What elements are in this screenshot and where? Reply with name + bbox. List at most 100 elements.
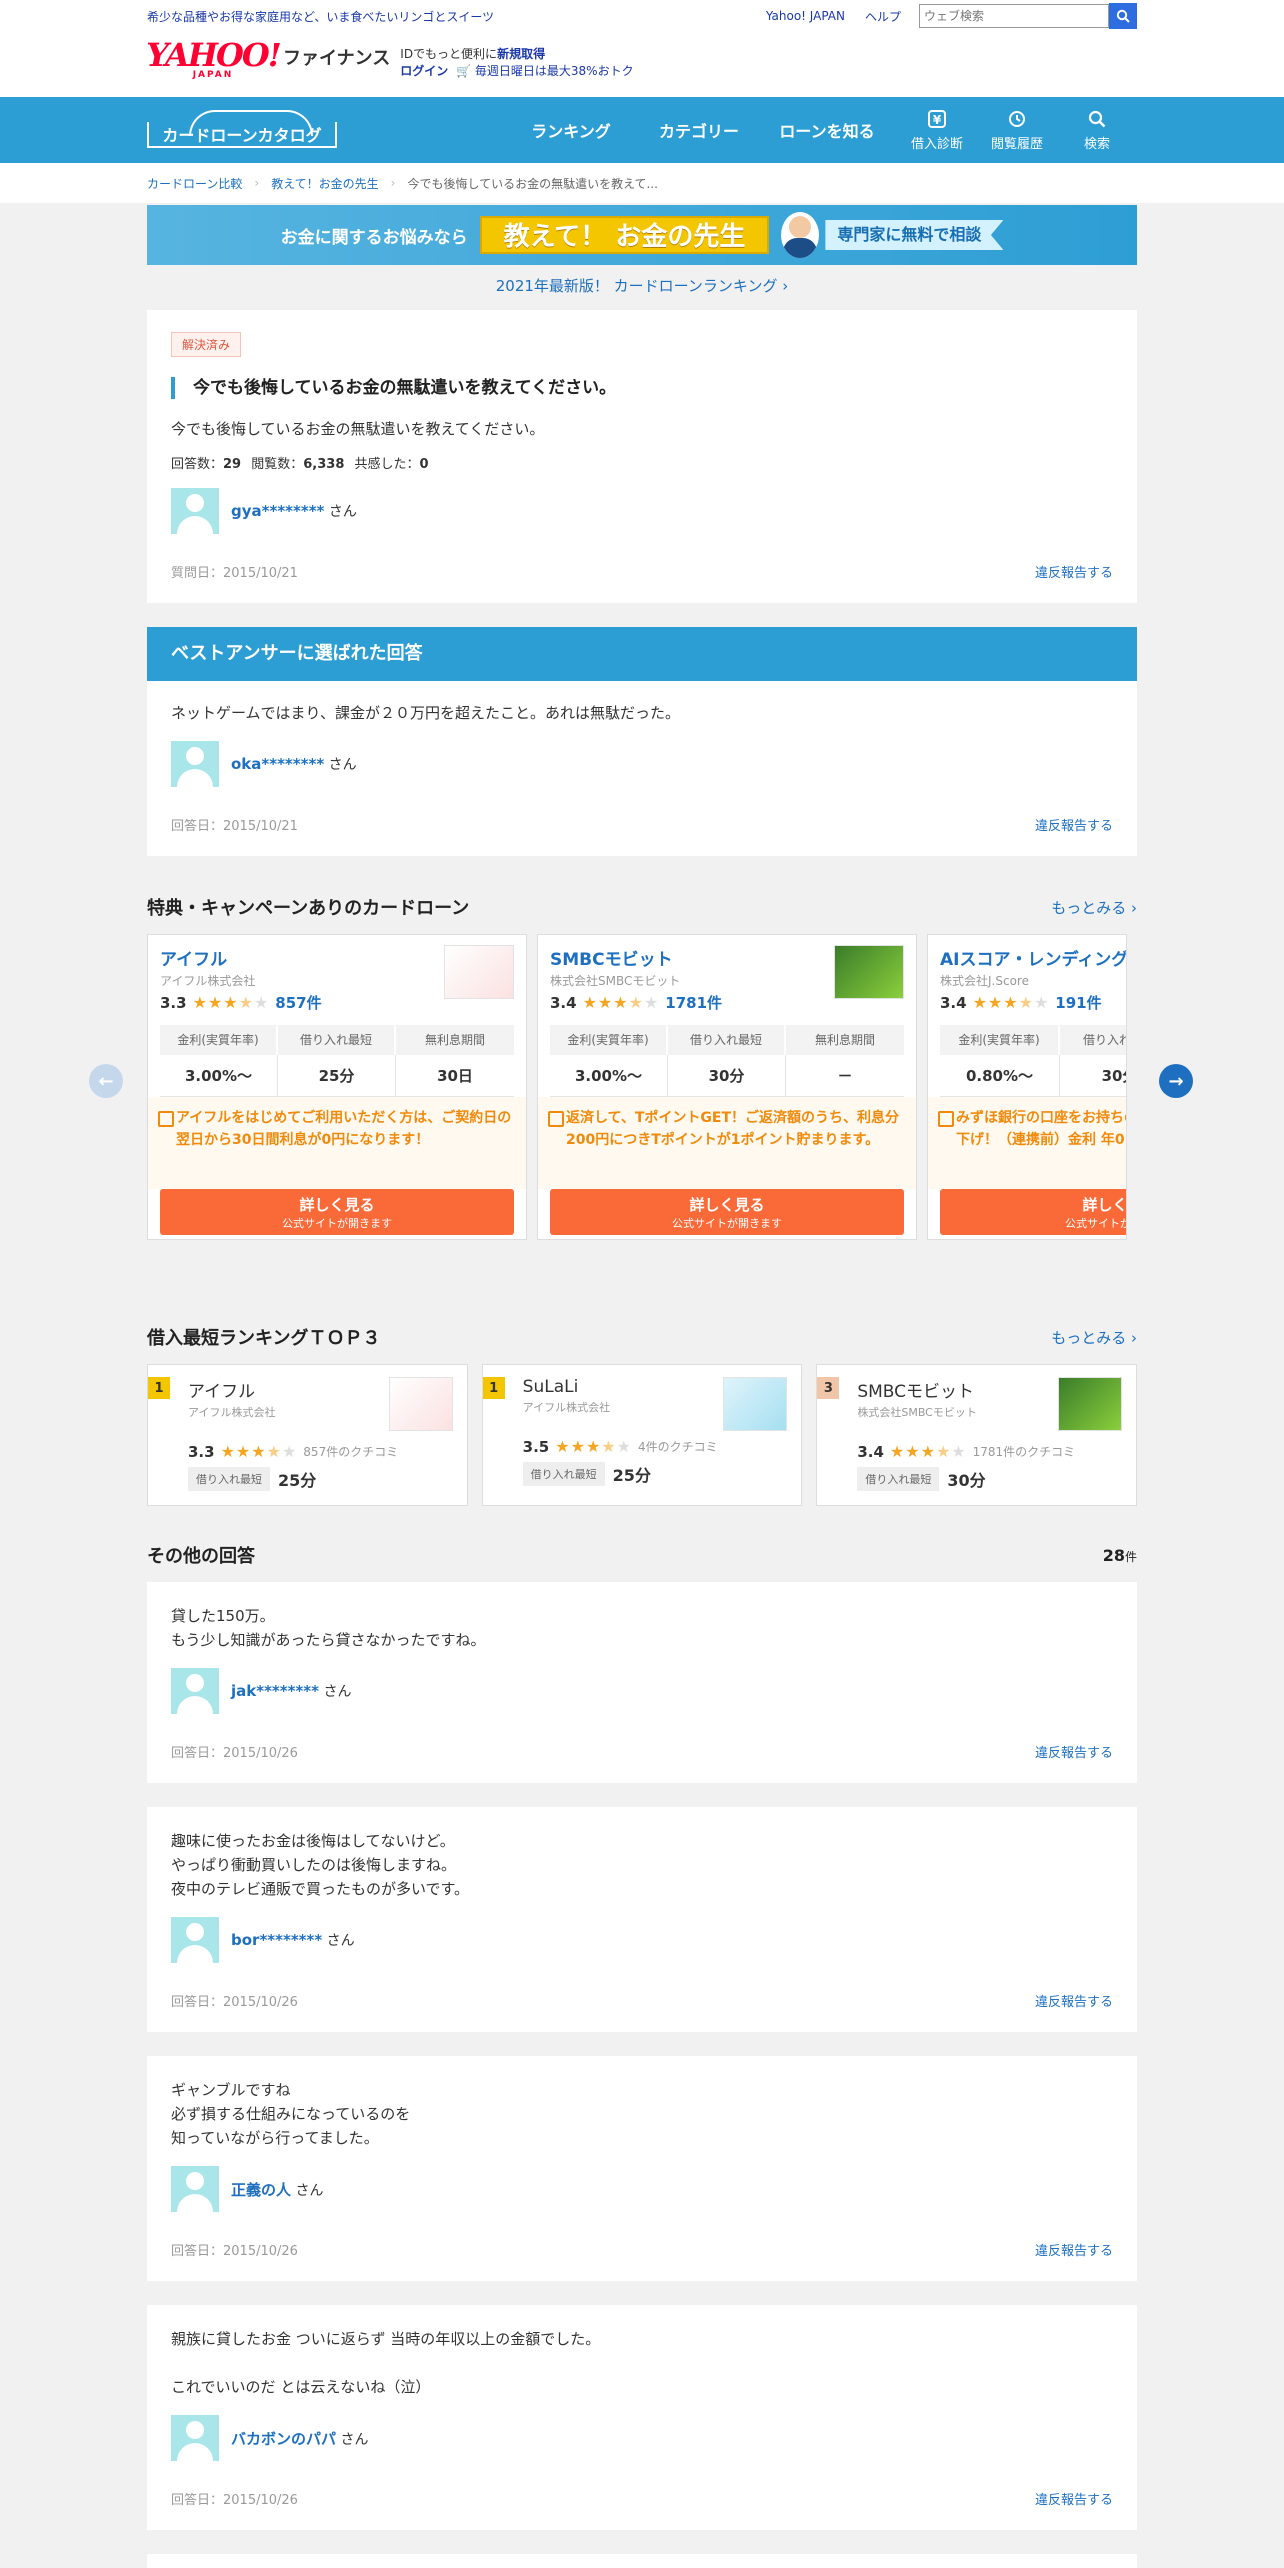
loan-card[interactable]: AIスコア・レンディング 株式会社J.Score 3.4 ★★★★★ 191件 金利… [927, 934, 1127, 1240]
answerer: jak******** さん [171, 1668, 1113, 1714]
review-count[interactable]: 1781件 [665, 992, 722, 1013]
user-name[interactable]: バカボンのパパ [231, 2430, 336, 2448]
fastest-time: 30分 [947, 1471, 986, 1490]
report-link[interactable]: 違反報告する [1035, 1742, 1113, 1761]
shopping-promo-link[interactable]: 毎週日曜日は最大38%おトク [475, 64, 634, 78]
cta-label: 詳しく見る [1082, 1196, 1127, 1214]
ranking-card[interactable]: 3 SMBCモビット 株式会社SMBCモビット 3.4 ★★★★★ 1781件のクチ… [816, 1364, 1138, 1506]
fastest-loan: 30分 [668, 1055, 786, 1097]
report-link[interactable]: 違反報告する [1035, 1991, 1113, 2010]
more-link[interactable]: もっとみる › [1051, 897, 1137, 918]
details-button[interactable]: 詳しく見る公式サイトが開きます [550, 1189, 904, 1235]
answer-line: 親族に貸したお金 ついに返らず 当時の年収以上の金額でした。 [171, 2330, 601, 2348]
report-link[interactable]: 違反報告する [1035, 815, 1113, 834]
svg-text:¥: ¥ [933, 113, 942, 127]
review-count: 4件のクチコミ [637, 1440, 718, 1454]
card-loan-catalog-logo[interactable]: カードローンカタログ [147, 110, 337, 148]
loan-card[interactable]: SMBCモビット 株式会社SMBCモビット 3.4 ★★★★★ 1781件 金利(実… [537, 934, 917, 1240]
question-stats: 回答数：29 閲覧数：6,338 共感した：0 [171, 453, 1113, 472]
status-badge: 解決済み [171, 332, 242, 357]
register-link[interactable]: 新規取得 [497, 47, 545, 61]
yahoo-japan-link[interactable]: Yahoo! JAPAN [766, 9, 845, 23]
loan-banner-image [834, 945, 904, 999]
rank-badge: 1 [148, 1377, 170, 1399]
avatar[interactable] [171, 2166, 219, 2212]
honorific: さん [340, 2431, 369, 2448]
interest-free: － [786, 1055, 904, 1097]
carousel-prev-button[interactable]: ← [89, 1064, 123, 1098]
user-name[interactable]: jak******** [231, 1682, 319, 1700]
details-button[interactable]: 詳しく見る公式サイトが開きます [940, 1189, 1127, 1235]
nav-diagnosis[interactable]: ¥ 借入診断 [897, 109, 977, 152]
nav-history[interactable]: 閲覧履歴 [977, 109, 1057, 152]
finance-title[interactable]: ファイナンス [283, 44, 390, 70]
breadcrumb-chiebukuro[interactable]: 教えて！お金の先生 [271, 175, 378, 192]
nav-ranking[interactable]: ランキング [507, 118, 635, 142]
carousel-next-button[interactable]: → [1159, 1064, 1193, 1098]
breadcrumb-card-loan[interactable]: カードローン比較 [147, 175, 242, 192]
more-link[interactable]: もっとみる › [1051, 1327, 1137, 1348]
user-name[interactable]: gya******** [231, 502, 324, 520]
spec-header: 借り入れ最短 [1060, 1025, 1126, 1055]
loan-card[interactable]: アイフル アイフル株式会社 3.3 ★★★★★ 857件 金利(実質年率) 借り入れ… [147, 934, 527, 1240]
ranking-link-text: 2021年最新版！ カードローンランキング [495, 277, 778, 295]
nav-learn-loans[interactable]: ローンを知る [763, 118, 891, 142]
promo-text: みずほ銀行の口座をお持ちのみずほ銀行口座と情報の下げ！（連携前）金利 年0. [956, 1110, 1126, 1148]
fastest-tag: 借り入れ最短 [188, 1467, 270, 1491]
nav-category[interactable]: カテゴリー [635, 118, 763, 142]
report-link[interactable]: 違反報告する [1035, 562, 1113, 581]
answer-line: これでいいのだ とは云えないね（泣） [171, 2378, 431, 2396]
loan-brand[interactable]: AIスコア・レンディング [940, 945, 1126, 970]
answer-line: 貸した150万。 [171, 1607, 275, 1625]
other-answers-section: その他の回答 28件 貸した150万。 もう少し知識があったら貸さなかったですね。… [147, 1542, 1137, 2568]
loan-banner-image [388, 1377, 453, 1431]
campaign-promo: アイフルをはじめてご利用いただく方は、ご契約日の翌日から30日間利息が0円になり… [148, 1097, 526, 1189]
web-search-input[interactable] [919, 4, 1109, 28]
rank-badge: 1 [482, 1377, 505, 1399]
avatar[interactable] [171, 2415, 219, 2461]
user-name[interactable]: 正義の人 [231, 2181, 291, 2199]
help-link[interactable]: ヘルプ [865, 8, 901, 25]
campaign-section: 特典・キャンペーンありのカードローン もっとみる › ← → アイフル アイフル株… [89, 894, 1193, 1240]
review-count[interactable]: 191件 [1055, 992, 1101, 1013]
ranking-section: 借入最短ランキングＴＯＰ３ もっとみる › 1 アイフル アイフル株式会社 3.3… [147, 1324, 1138, 1506]
ranking-link[interactable]: 2021年最新版！ カードローンランキング › [147, 275, 1137, 296]
user-name[interactable]: oka******** [231, 755, 324, 773]
yahoo-promo-link[interactable]: 希少な品種やお得な家庭用など、いま食べたいリンゴとスイーツ [147, 8, 494, 25]
campaign-promo: みずほ銀行の口座をお持ちのみずほ銀行口座と情報の下げ！（連携前）金利 年0. [928, 1097, 1126, 1189]
search-icon [1087, 109, 1107, 129]
report-link[interactable]: 違反報告する [1035, 2240, 1113, 2259]
question-card: 解決済み 今でも後悔しているお金の無駄遣いを教えてください。 今でも後悔している… [147, 310, 1137, 603]
answer-card: ギャンブルですね 必ず損する仕組みになっているのを 知っていながら行ってました。… [147, 2056, 1137, 2281]
honorific: さん [295, 2182, 324, 2199]
avatar[interactable] [171, 741, 219, 787]
avatar[interactable] [171, 1668, 219, 1714]
login-box: IDでもっと便利に新規取得 ログイン 🛒 毎週日曜日は最大38%おトク [400, 46, 633, 80]
yahoo-header: 希少な品種やお得な家庭用など、いま食べたいリンゴとスイーツ Yahoo! JAP… [0, 0, 1284, 97]
report-link[interactable]: 違反報告する [1035, 2489, 1113, 2508]
money-teacher-banner[interactable]: お金に関するお悩みなら 教えて！ お金の先生 専門家に無料で相談 [147, 205, 1137, 265]
avatar[interactable] [171, 488, 219, 534]
rating: 3.3 [160, 993, 187, 1012]
cta-sub: 公式サイトが開きます [282, 1217, 392, 1230]
yahoo-logo[interactable]: YAHOO! JAPAN [146, 36, 282, 80]
answer-line: やっぱり衝動買いしたのは後悔しますね。 [171, 1856, 457, 1874]
answer-line: 夜中のテレビ通販で買ったものが多いです。 [171, 1880, 470, 1898]
details-button[interactable]: 詳しく見る公式サイトが開きます [160, 1189, 514, 1235]
answerer: バカボンのパパ さん [171, 2415, 1113, 2461]
views-count: 6,338 [303, 457, 345, 472]
yahoo-logo-text: YAHOO! [146, 36, 282, 74]
nav-search[interactable]: 検索 [1057, 109, 1137, 152]
star-rating-icon: ★★★★★ [972, 993, 1050, 1012]
answers-label: 回答数： [171, 457, 224, 472]
review-count[interactable]: 857件 [275, 992, 321, 1013]
login-link[interactable]: ログイン [400, 64, 448, 78]
ranking-card[interactable]: 1 SuLaLi アイフル株式会社 3.5 ★★★★★ 4件のクチコミ 借り入れ最短… [481, 1364, 803, 1506]
user-name[interactable]: bor******** [231, 1931, 322, 1949]
star-rating-icon: ★★★★★ [220, 1442, 298, 1461]
avatar[interactable] [171, 1917, 219, 1963]
ranking-card[interactable]: 1 アイフル アイフル株式会社 3.3 ★★★★★ 857件のクチコミ 借り入れ最短… [147, 1364, 468, 1506]
answer-date: 回答日：2015/10/26 [171, 1995, 298, 2010]
search-button[interactable] [1109, 3, 1137, 29]
nav-search-label: 検索 [1083, 136, 1110, 152]
